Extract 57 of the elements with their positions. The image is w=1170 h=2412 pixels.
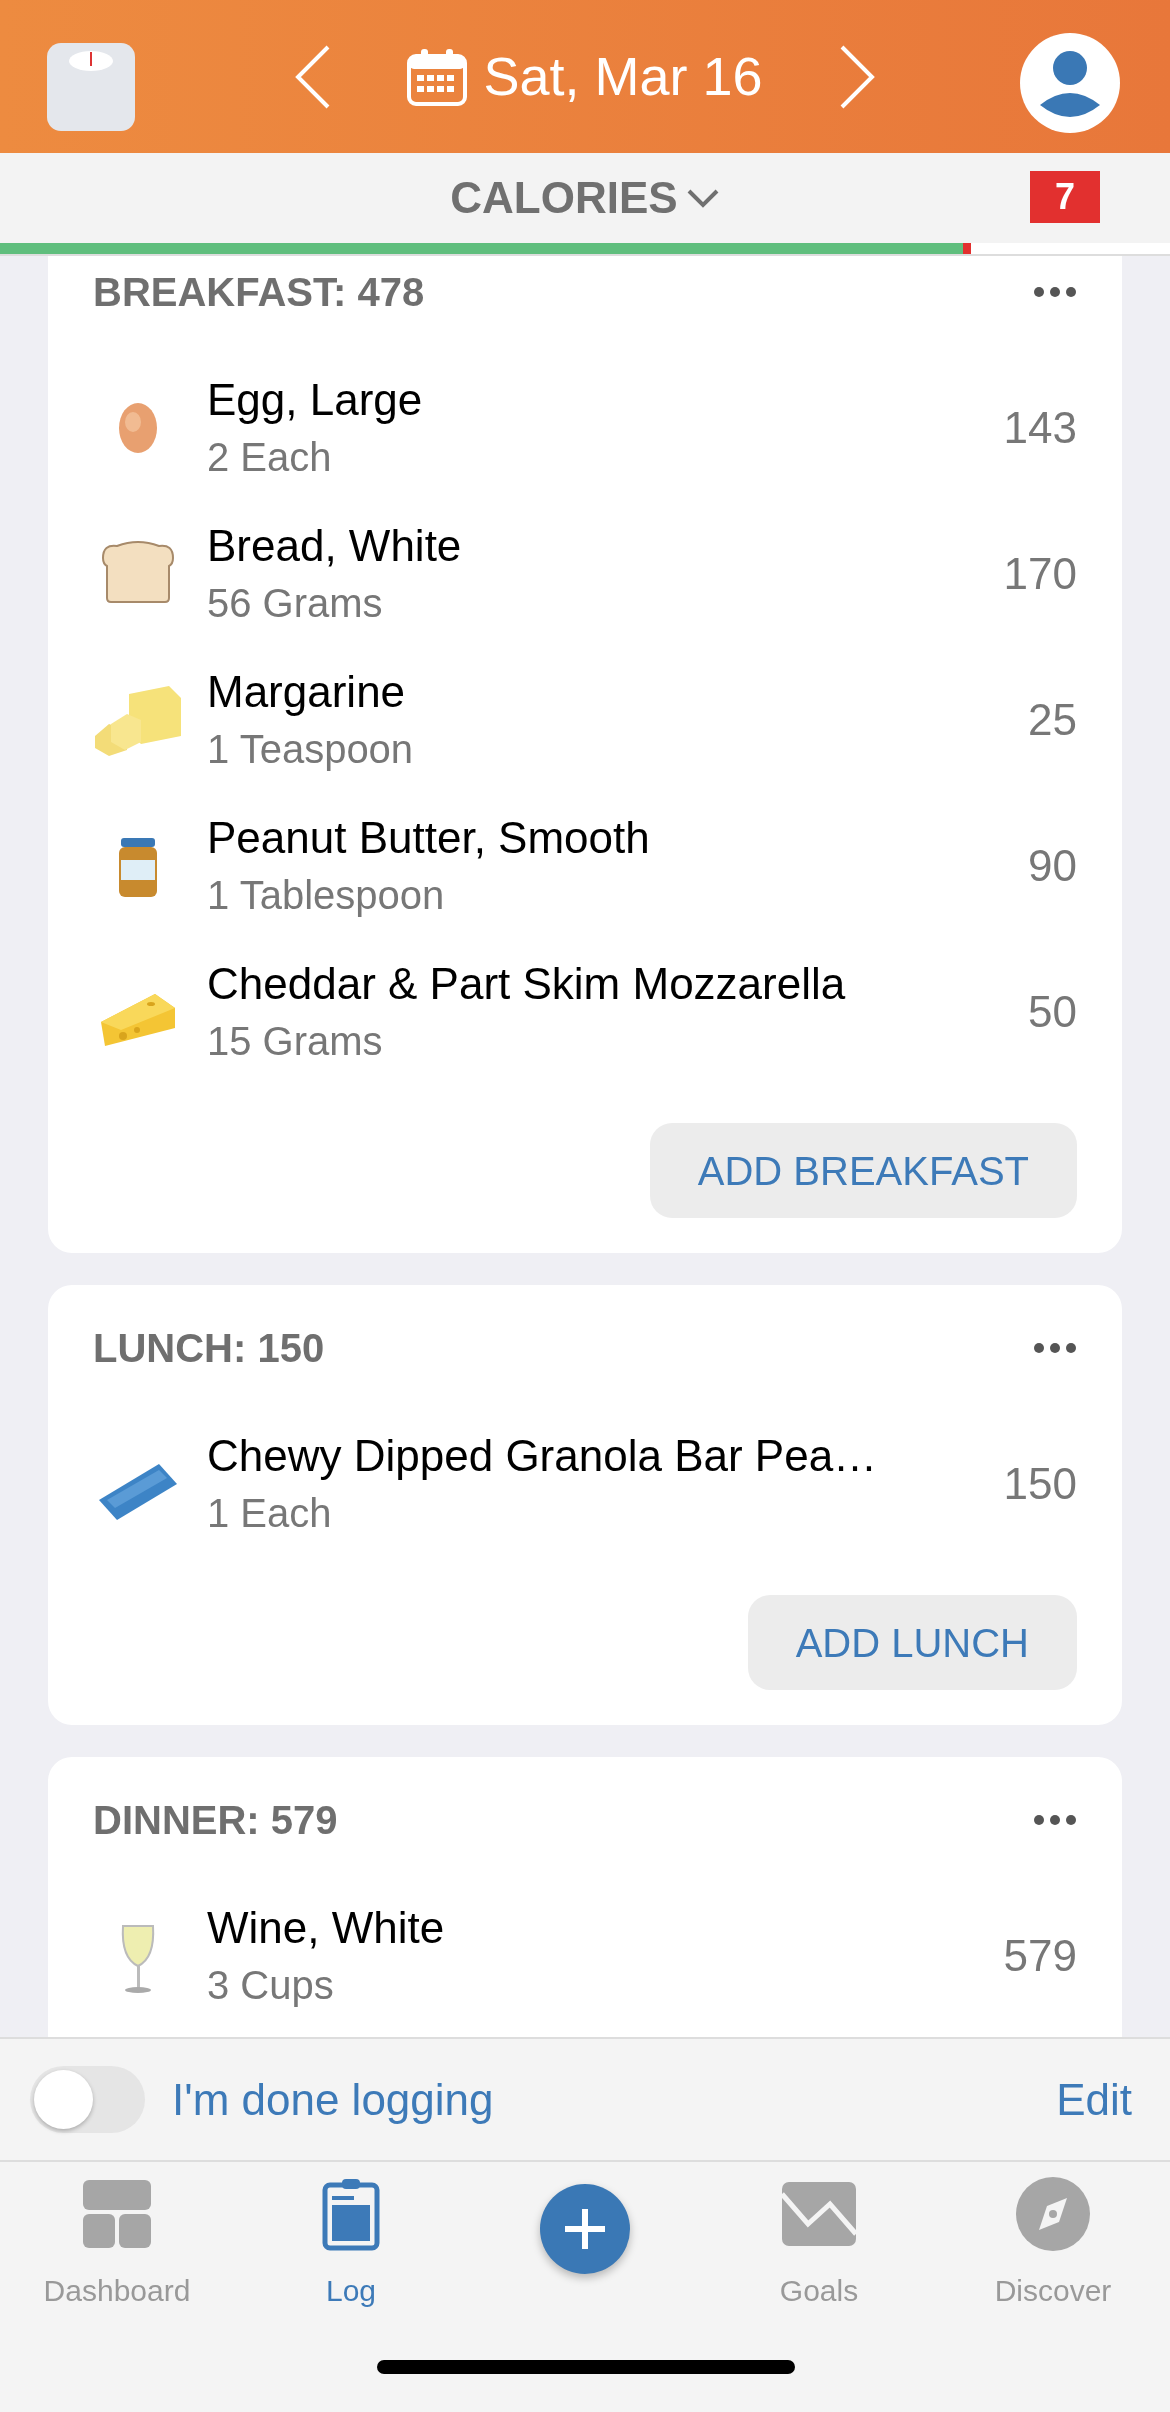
calories-dropdown[interactable]: CALORIES: [450, 165, 720, 231]
meal-title: BREAKFAST: 478: [93, 269, 425, 316]
food-row[interactable]: Peanut Butter, Smooth 1 Tablespoon 90: [93, 793, 1077, 939]
tab-item[interactable]: Discover: [994, 2174, 1112, 2313]
more-icon[interactable]: [1033, 1814, 1077, 1826]
food-calories: 90: [1028, 840, 1077, 892]
edit-link[interactable]: Edit: [1056, 2066, 1132, 2133]
food-row[interactable]: Bread, White 56 Grams 170: [93, 501, 1077, 647]
food-calories: 50: [1028, 986, 1077, 1038]
food-calories: 150: [1003, 1458, 1077, 1510]
food-row[interactable]: Egg, Large 2 Each 143: [93, 355, 1077, 501]
food-amount: 1 Teaspoon: [207, 726, 414, 773]
compass-icon: [1015, 2176, 1091, 2252]
food-row[interactable]: Cheddar & Part Skim Mozzarella 15 Grams 50: [93, 939, 1077, 1085]
food-name: Cheddar & Part Skim Mozzarella: [207, 958, 846, 1010]
notification-count[interactable]: 7: [1030, 171, 1100, 223]
calendar-icon[interactable]: [407, 47, 468, 106]
add-food-button[interactable]: ADD BREAKFAST: [649, 1123, 1077, 1218]
food-name: Margarine: [207, 666, 406, 718]
food-calories: 579: [1003, 1930, 1077, 1982]
food-calories: 25: [1028, 694, 1077, 746]
food-amount: 15 Grams: [207, 1018, 383, 1065]
tab-item[interactable]: Goals: [779, 2174, 859, 2313]
chevron-right-icon[interactable]: [838, 43, 875, 110]
food-amount: 56 Grams: [207, 580, 383, 627]
plus-icon: [563, 2207, 607, 2251]
avatar-icon[interactable]: [1020, 33, 1120, 133]
chevron-left-icon[interactable]: [295, 43, 332, 110]
caret-icon: [685, 188, 720, 208]
food-calories: 170: [1003, 548, 1077, 600]
food-amount: 1 Each: [207, 1490, 332, 1537]
food-amount: 1 Tablespoon: [207, 872, 445, 919]
food-name: Peanut Butter, Smooth: [207, 812, 650, 864]
food-name: Wine, White: [207, 1902, 445, 1954]
food-row[interactable]: Margarine 1 Teaspoon 25: [93, 647, 1077, 793]
add-food-button[interactable]: ADD LUNCH: [747, 1595, 1077, 1690]
more-icon[interactable]: [1033, 1342, 1077, 1354]
envelope-icon: [780, 2180, 858, 2248]
food-name: Chewy Dipped Granola Bar Pea…: [207, 1430, 878, 1482]
tab-item[interactable]: Dashboard: [43, 2174, 191, 2313]
date-label: Sat, Mar 16: [483, 45, 763, 108]
food-row[interactable]: Chewy Dipped Granola Bar Pea… 1 Each 150: [93, 1411, 1077, 1557]
food-calories: 143: [1003, 402, 1077, 454]
clipboard-icon: [322, 2177, 380, 2251]
dashboard-icon: [81, 2178, 153, 2250]
meal-title: LUNCH: 150: [93, 1325, 325, 1372]
food-amount: 3 Cups: [207, 1962, 334, 2009]
food-row[interactable]: Wine, White 3 Cups 579: [93, 1883, 1077, 2029]
food-amount: 2 Each: [207, 434, 332, 481]
food-name: Bread, White: [207, 520, 462, 572]
scale-icon[interactable]: [47, 43, 135, 131]
add-button[interactable]: [540, 2184, 630, 2274]
meal-title: DINNER: 579: [93, 1797, 338, 1844]
more-icon[interactable]: [1033, 286, 1077, 298]
done-logging-label: I'm done logging: [172, 2073, 495, 2126]
food-name: Egg, Large: [207, 374, 423, 426]
tab-item[interactable]: Log: [322, 2174, 380, 2313]
